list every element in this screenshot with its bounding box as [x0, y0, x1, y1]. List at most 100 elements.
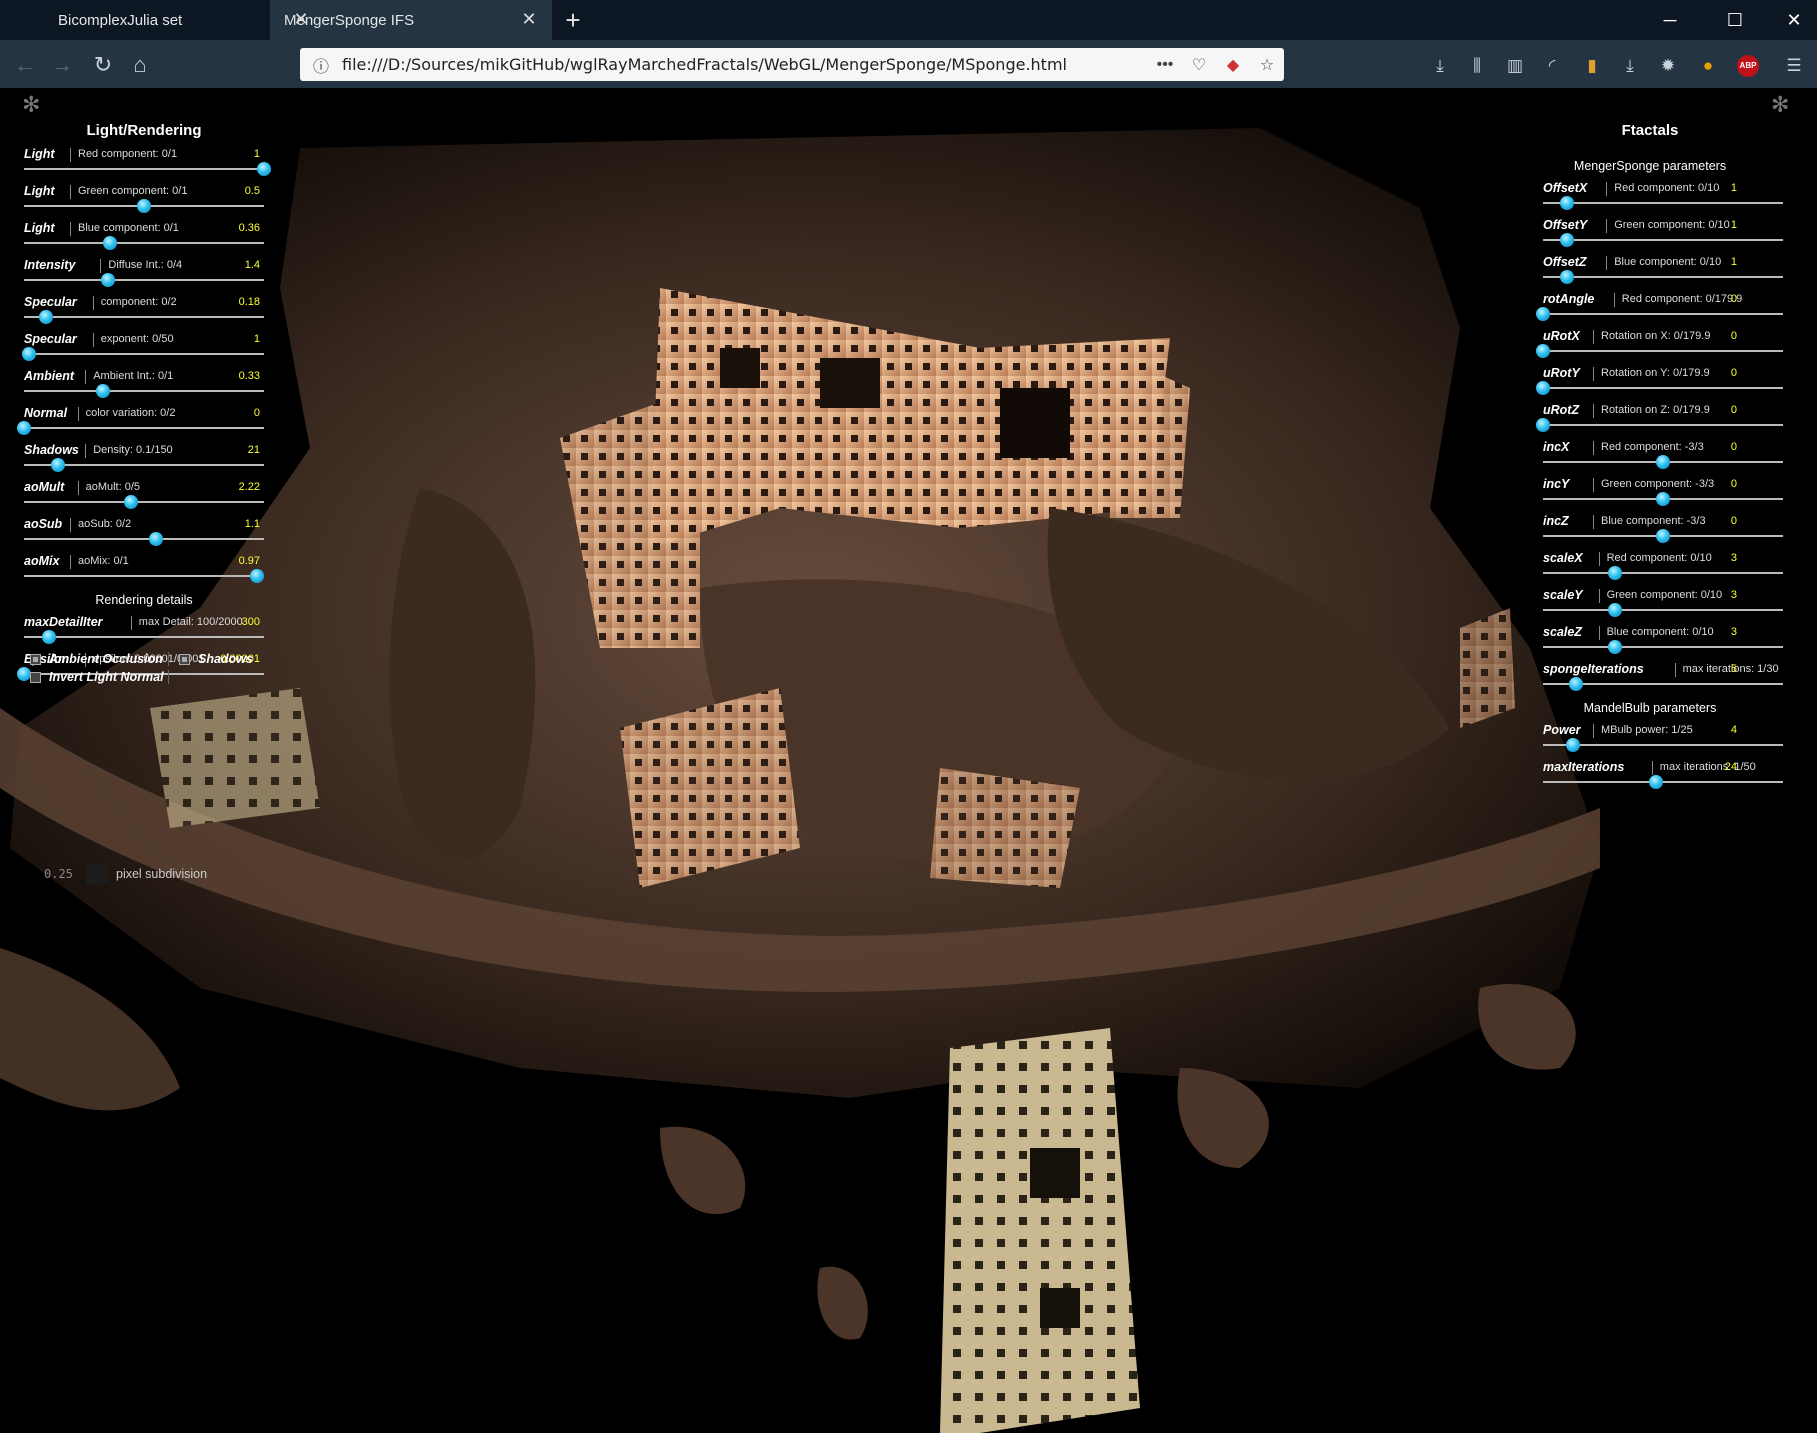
slider-knob[interactable] — [1608, 566, 1622, 580]
slider-knob[interactable] — [50, 458, 65, 472]
forward-arrow-icon[interactable]: → — [45, 48, 79, 82]
slider-track[interactable] — [1543, 350, 1783, 352]
slider-track[interactable] — [1543, 424, 1783, 426]
extension-icon[interactable]: ◜ — [1540, 54, 1564, 78]
slider-label: Shadows — [24, 443, 79, 457]
close-icon[interactable]: ✕ — [520, 10, 538, 28]
more-actions-icon[interactable]: ••• — [1148, 56, 1182, 74]
slider-label: Light — [24, 221, 55, 235]
slider-track[interactable] — [24, 353, 264, 355]
bookmark-star-icon[interactable]: ☆ — [1250, 55, 1284, 75]
slider-knob[interactable] — [257, 162, 271, 176]
info-icon[interactable]: ⓘ — [306, 53, 336, 77]
back-arrow-icon[interactable]: ← — [8, 48, 42, 82]
library-icon[interactable]: ⫼ — [1465, 54, 1489, 78]
slider-knob[interactable] — [42, 630, 57, 644]
slider-knob[interactable] — [1569, 677, 1584, 691]
pocket-icon[interactable]: ♡ — [1182, 55, 1216, 75]
light-rendering-panel: Light/Rendering Light Red component: 0/1 1… — [17, 122, 271, 689]
slider-track[interactable] — [24, 427, 264, 429]
slider-knob[interactable] — [249, 569, 264, 583]
slider-label: OffsetX — [1543, 181, 1588, 195]
slider-track[interactable] — [1543, 781, 1783, 783]
slider-track[interactable] — [24, 279, 264, 281]
slider-track[interactable] — [24, 636, 264, 638]
extension-icon[interactable]: ▮ — [1580, 54, 1604, 78]
slider-knob[interactable] — [137, 199, 151, 213]
home-icon[interactable]: ⌂ — [123, 48, 157, 82]
slider-track[interactable] — [1543, 572, 1783, 574]
invert-light-normal-checkbox[interactable]: Invert Light Normal — [30, 670, 164, 684]
slider-knob[interactable] — [1560, 196, 1574, 210]
slider-track[interactable] — [1543, 239, 1783, 241]
close-window-icon[interactable]: ✕ — [1771, 0, 1817, 40]
slider-track[interactable] — [1543, 609, 1783, 611]
slider-knob[interactable] — [1656, 455, 1670, 469]
slider-track[interactable] — [1543, 646, 1783, 648]
slider-track[interactable] — [1543, 387, 1783, 389]
slider-track[interactable] — [24, 501, 264, 503]
light-controls: Light Red component: 0/1 1 Light Green compo… — [17, 147, 271, 591]
slider-knob[interactable] — [149, 532, 163, 546]
checkbox-box[interactable] — [179, 653, 190, 665]
extension-icon[interactable]: ● — [1696, 54, 1720, 78]
shadows-checkbox[interactable]: Shadows — [179, 652, 253, 666]
slider-track[interactable] — [1543, 276, 1783, 278]
gear-icon[interactable]: ✻ — [22, 92, 40, 118]
slider-knob[interactable] — [17, 667, 31, 681]
slider-knob[interactable] — [1536, 307, 1550, 321]
slider-track[interactable] — [24, 242, 264, 244]
new-tab-button[interactable]: + — [552, 0, 594, 40]
slider-knob[interactable] — [1536, 344, 1550, 358]
maximize-icon[interactable]: ☐ — [1712, 0, 1758, 40]
pixel-subdivision-control[interactable]: 0.25 pixel subdivision — [44, 864, 207, 884]
sidebar-icon[interactable]: ▥ — [1503, 54, 1527, 78]
pixel-subdivision-value[interactable]: 0.25 — [44, 867, 84, 881]
slider-knob[interactable] — [1656, 529, 1670, 543]
slider-track[interactable] — [24, 316, 264, 318]
address-bar[interactable]: ⓘ file:///D:/Sources/mikGitHub/wglRayMar… — [300, 48, 1284, 81]
checkbox-box[interactable] — [30, 653, 41, 665]
slider-knob[interactable] — [103, 236, 118, 250]
pixel-subdivision-slider[interactable] — [86, 864, 108, 884]
ambient-occlusion-checkbox[interactable]: Ambient Occlusion — [30, 652, 163, 666]
slider-knob[interactable] — [1560, 270, 1574, 284]
download-icon[interactable]: ⤓ — [1428, 54, 1452, 78]
slider-knob[interactable] — [1566, 738, 1580, 752]
adblock-icon[interactable]: ABP — [1736, 54, 1760, 78]
slider-value: 0 — [1730, 441, 1737, 453]
reload-icon[interactable]: ↻ — [86, 48, 120, 82]
close-icon[interactable]: ✕ — [292, 10, 310, 28]
tab-bicomplex-julia[interactable]: BicomplexJulia set — [0, 0, 270, 40]
checkbox-box[interactable] — [30, 671, 41, 683]
slider-knob[interactable] — [1536, 381, 1550, 395]
slider-track[interactable] — [1543, 313, 1783, 315]
slider-knob[interactable] — [17, 421, 31, 435]
tab-menger-sponge[interactable]: MengerSponge IFS ✕ — [270, 0, 552, 40]
url-text[interactable]: file:///D:/Sources/mikGitHub/wglRayMarch… — [336, 55, 1148, 74]
slider-track[interactable] — [24, 168, 264, 170]
slider-knob[interactable] — [1648, 775, 1663, 789]
slider-knob[interactable] — [21, 347, 36, 361]
gear-icon[interactable]: ✻ — [1771, 92, 1789, 118]
extension-icon[interactable]: ◆ — [1216, 55, 1250, 75]
checkbox-label: Invert Light Normal — [49, 670, 164, 684]
slider-track[interactable] — [24, 538, 264, 540]
minimize-icon[interactable]: ─ — [1647, 0, 1693, 40]
slider-knob[interactable] — [1608, 640, 1622, 654]
download-icon[interactable]: ⤓ — [1618, 54, 1642, 78]
slider-track[interactable] — [24, 575, 264, 577]
slider-knob[interactable] — [1560, 233, 1574, 247]
slider-knob[interactable] — [1608, 603, 1622, 617]
slider-track[interactable] — [24, 390, 264, 392]
slider-knob[interactable] — [1536, 418, 1550, 432]
slider-knob[interactable] — [123, 495, 138, 509]
slider-knob[interactable] — [38, 310, 53, 324]
slider-knob[interactable] — [96, 384, 111, 398]
slider-knob[interactable] — [101, 273, 115, 287]
webgl-viewport[interactable]: ✻ ✻ Light/Rendering Light Red component: … — [0, 88, 1817, 1433]
gear-icon[interactable]: ✹ — [1656, 54, 1680, 78]
menu-icon[interactable]: ☰ — [1782, 54, 1806, 78]
slider-knob[interactable] — [1656, 492, 1670, 506]
slider-track[interactable] — [1543, 202, 1783, 204]
